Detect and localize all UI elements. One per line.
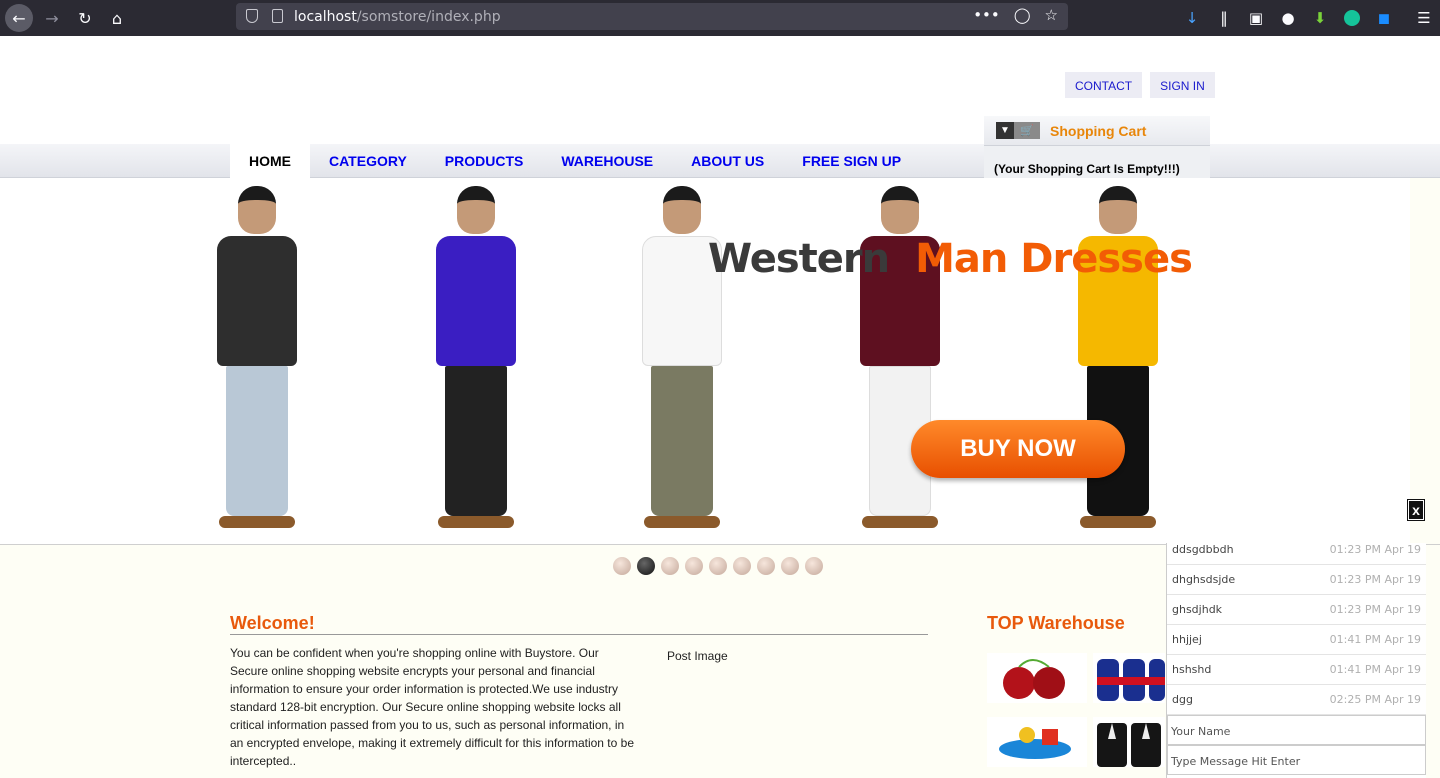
chat-close-button[interactable]: x [1407,499,1425,521]
slider-dots [613,557,823,575]
nav-item-products[interactable]: PRODUCTS [426,142,543,178]
suits-image [1097,723,1161,767]
chat-widget: ddsgdbbdh 01:23 PM Apr 19 dhghsdsjde 01:23… [1166,543,1426,778]
browser-toolbar: ← → ↻ ⌂ localhost/somstore/index.php •••… [0,0,1440,36]
soda-bottles-image [1097,659,1165,701]
chat-message: dhghsdsjde 01:23 PM Apr 19 [1167,565,1426,595]
bookmark-star-icon[interactable]: ☆ [1045,6,1058,24]
chat-message: dgg 02:25 PM Apr 19 [1167,685,1426,715]
model-shirt [217,236,297,366]
warehouse-thumb-cherries[interactable] [987,653,1087,703]
chat-message-text: ddsgdbbdh [1172,543,1234,556]
sign-in-link[interactable]: SIGN IN [1150,72,1215,98]
chat-message: hshshd 01:41 PM Apr 19 [1167,655,1426,685]
model-pants [651,366,713,516]
slider-dot[interactable] [685,557,703,575]
contact-link[interactable]: CONTACT [1065,72,1143,98]
main-nav: HOME CATEGORY PRODUCTS WAREHOUSE ABOUT U… [230,142,920,178]
extension-download-icon[interactable]: ⬇ [1304,0,1336,36]
page-actions-icon[interactable]: ••• [973,6,1000,24]
library-icon[interactable]: ‖ [1208,0,1240,36]
url-host: localhost [294,9,357,25]
reload-icon[interactable]: ↻ [71,4,99,32]
nav-item-warehouse[interactable]: WAREHOUSE [542,142,672,178]
top-links: CONTACT SIGN IN [1065,72,1215,98]
nav-item-category[interactable]: CATEGORY [310,142,426,178]
chat-message: hhjjej 01:41 PM Apr 19 [1167,625,1426,655]
back-arrow-icon[interactable]: ← [5,4,33,32]
cherries-image [1003,659,1065,699]
url-actions: ••• ◯ ☆ [973,6,1058,24]
model-shirt [436,236,516,366]
page: CONTACT SIGN IN HOME CATEGORY PRODUCTS W… [0,36,1440,778]
toy-image [999,727,1071,759]
cart-icon: 🛒 [1014,122,1040,139]
buy-now-button[interactable]: BUY NOW [911,420,1125,478]
shield-icon[interactable] [246,9,258,23]
warehouse-thumb-toy[interactable] [987,717,1087,767]
chat-message-text: hhjjej [1172,633,1202,646]
nav-item-about-us[interactable]: ABOUT US [672,142,783,178]
url-text[interactable]: localhost/somstore/index.php [294,9,501,25]
download-icon[interactable]: ↓ [1176,0,1208,36]
slider-dot[interactable] [637,557,655,575]
post-image-placeholder: Post Image [667,649,728,663]
cart-header[interactable]: ▼ 🛒 Shopping Cart [984,116,1210,146]
extension-icon[interactable]: ◼ [1368,0,1400,36]
sidebar-icon[interactable]: ▣ [1240,0,1272,36]
welcome-divider [230,634,928,635]
top-warehouse-title: TOP Warehouse [987,613,1125,633]
nav-item-free-sign-up[interactable]: FREE SIGN UP [783,142,920,178]
model-figure [217,186,297,528]
slider-dot[interactable] [733,557,751,575]
account-icon[interactable]: ● [1272,0,1304,36]
chat-message: ddsgdbbdh 01:23 PM Apr 19 [1167,535,1426,565]
hero-banner[interactable]: Western Man Dresses BUY NOW [0,178,1440,544]
welcome-text: You can be confident when you're shoppin… [230,646,634,768]
slider-dot[interactable] [757,557,775,575]
chat-message-text: hshshd [1172,663,1212,676]
slider-dot[interactable] [805,557,823,575]
chat-message-list[interactable]: ddsgdbbdh 01:23 PM Apr 19 dhghsdsjde 01:23… [1167,535,1426,715]
cart-title[interactable]: Shopping Cart [1050,123,1146,139]
banner-edge [1410,178,1440,544]
chat-message-time: 01:41 PM Apr 19 [1329,633,1421,646]
chat-name-input[interactable]: Your Name [1167,715,1426,745]
slider-dot[interactable] [709,557,727,575]
warehouse-thumb-soda[interactable] [1093,653,1165,703]
chat-message-input[interactable]: Type Message Hit Enter [1167,745,1426,775]
model-pants [445,366,507,516]
chat-message-time: 01:23 PM Apr 19 [1329,543,1421,556]
toolbar-icons: ↓ ‖ ▣ ● ⬇ ◼ ☰ [1176,0,1440,36]
nav-item-home[interactable]: HOME [230,142,310,178]
chat-message-text: ghsdjhdk [1172,603,1223,616]
page-icon[interactable] [272,9,283,23]
model-figure [436,186,516,528]
model-pants [226,366,288,516]
cart-toggle-icon[interactable]: ▼ [996,122,1014,139]
headline-man-dresses: Man Dresses [915,236,1193,282]
pocket-icon[interactable]: ◯ [1014,6,1031,24]
banner-headline: Western Man Dresses [708,236,1193,282]
slider-dot[interactable] [661,557,679,575]
grammarly-icon[interactable] [1336,0,1368,36]
chat-message: ghsdjhdk 01:23 PM Apr 19 [1167,595,1426,625]
slider-dot[interactable] [613,557,631,575]
slider-dot[interactable] [781,557,799,575]
chat-message-time: 01:23 PM Apr 19 [1329,603,1421,616]
chat-message-time: 02:25 PM Apr 19 [1329,693,1421,706]
warehouse-thumb-suits[interactable] [1093,717,1165,767]
chat-message-text: dgg [1172,693,1193,706]
url-path: /somstore/index.php [356,9,501,25]
address-bar[interactable]: localhost/somstore/index.php ••• ◯ ☆ [236,3,1068,30]
welcome-title: Welcome! [230,613,315,633]
chat-message-time: 01:23 PM Apr 19 [1329,573,1421,586]
headline-western: Western [708,236,890,282]
menu-icon[interactable]: ☰ [1408,0,1440,36]
home-icon[interactable]: ⌂ [103,4,131,32]
chat-message-text: dhghsdsjde [1172,573,1236,586]
forward-arrow-icon[interactable]: → [38,4,66,32]
chat-message-time: 01:41 PM Apr 19 [1329,663,1421,676]
